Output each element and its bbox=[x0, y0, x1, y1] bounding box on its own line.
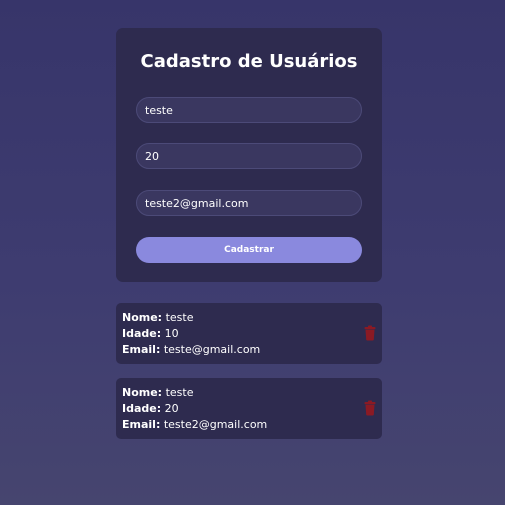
age-input[interactable] bbox=[136, 143, 362, 169]
age-label: Idade: bbox=[122, 402, 162, 415]
email-input[interactable] bbox=[136, 190, 362, 216]
user-email: teste2@gmail.com bbox=[163, 418, 268, 431]
user-age: 20 bbox=[164, 402, 179, 415]
user-age: 10 bbox=[164, 327, 179, 340]
registration-form: Cadastro de Usuários Cadastrar bbox=[116, 28, 382, 282]
age-label: Idade: bbox=[122, 327, 162, 340]
user-age-row: Idade: 10 bbox=[122, 326, 376, 342]
delete-button[interactable] bbox=[364, 325, 376, 341]
user-email-row: Email: teste2@gmail.com bbox=[122, 417, 376, 433]
trash-icon bbox=[364, 400, 376, 416]
user-name-row: Nome: teste bbox=[122, 310, 376, 326]
user-email: teste@gmail.com bbox=[163, 343, 261, 356]
user-card: Nome: teste Idade: 20 Email: teste2@gmai… bbox=[116, 378, 382, 439]
email-label: Email: bbox=[122, 343, 161, 356]
name-label: Nome: bbox=[122, 311, 163, 324]
user-name: teste bbox=[165, 311, 194, 324]
delete-button[interactable] bbox=[364, 400, 376, 416]
email-label: Email: bbox=[122, 418, 161, 431]
form-title: Cadastro de Usuários bbox=[140, 51, 358, 72]
name-label: Nome: bbox=[122, 386, 163, 399]
name-input[interactable] bbox=[136, 97, 362, 123]
user-email-row: Email: teste@gmail.com bbox=[122, 342, 376, 358]
user-card: Nome: teste Idade: 10 Email: teste@gmail… bbox=[116, 303, 382, 364]
user-name: teste bbox=[165, 386, 194, 399]
submit-button[interactable]: Cadastrar bbox=[136, 237, 362, 263]
user-name-row: Nome: teste bbox=[122, 385, 376, 401]
trash-icon bbox=[364, 325, 376, 341]
user-age-row: Idade: 20 bbox=[122, 401, 376, 417]
